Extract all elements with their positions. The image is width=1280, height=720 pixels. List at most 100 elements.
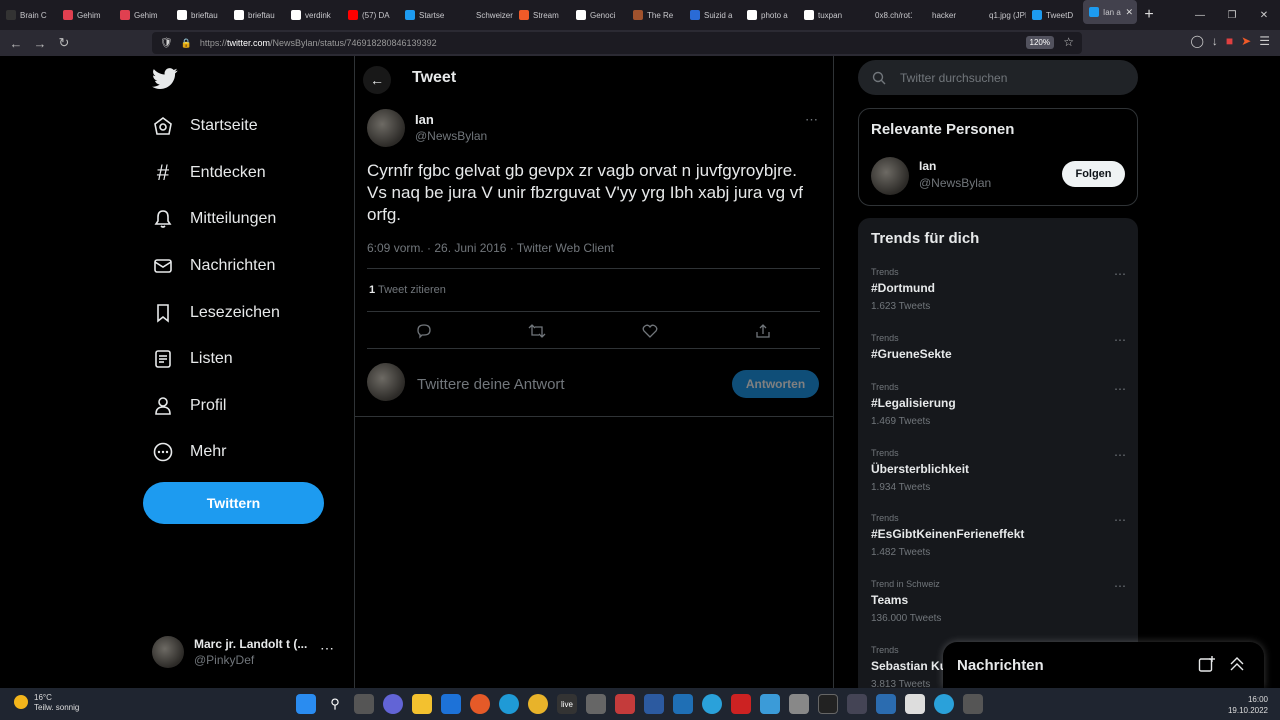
browser-tab[interactable]: Gehim <box>114 0 171 30</box>
back-nav-icon[interactable]: ← <box>4 32 28 54</box>
trend-item[interactable]: Trends #Dortmund 1.623 Tweets ⋯ <box>871 267 1126 323</box>
browser-tab[interactable]: 0x8.ch/rot1 <box>855 0 912 30</box>
video-app-icon[interactable] <box>731 694 751 714</box>
remote-desktop-icon[interactable] <box>673 694 693 714</box>
trend-item[interactable]: Trends Übersterblichkeit 1.934 Tweets ⋯ <box>871 448 1126 504</box>
restore-icon[interactable]: ❐ <box>1216 10 1248 21</box>
tweet-button[interactable]: Twittern <box>143 482 324 524</box>
more-dots-icon[interactable]: ⋯ <box>1114 513 1126 527</box>
search-input[interactable]: Twitter durchsuchen <box>858 60 1138 95</box>
telegram-icon[interactable] <box>934 694 954 714</box>
live-app-icon[interactable]: live <box>557 694 577 714</box>
bookmark-star-icon[interactable]: ☆ <box>1063 35 1074 49</box>
trend-item[interactable]: Trends #EsGibtKeinenFerieneffekt 1.482 T… <box>871 513 1126 569</box>
pdf-app-icon[interactable] <box>615 694 635 714</box>
image-viewer-icon[interactable] <box>760 694 780 714</box>
menu-icon[interactable]: ☰ <box>1259 34 1270 48</box>
firefox-icon[interactable] <box>470 694 490 714</box>
browser-tab[interactable]: Suizid a <box>684 0 741 30</box>
windows-start-icon[interactable] <box>296 694 316 714</box>
browser-tab[interactable]: tuxpan <box>798 0 855 30</box>
sidebar-item-nachrichten[interactable]: Nachrichten <box>152 251 275 281</box>
more-dots-icon[interactable]: ⋯ <box>1114 579 1126 593</box>
messages-drawer[interactable]: Nachrichten <box>943 642 1264 688</box>
defender-shield-icon[interactable] <box>441 694 461 714</box>
person-name[interactable]: Ian <box>919 159 936 173</box>
tweet-meta[interactable]: 6:09 vorm. · 26. Juni 2016 · Twitter Web… <box>367 241 614 255</box>
avatar[interactable] <box>367 109 405 147</box>
quote-count[interactable]: 1 Tweet zitieren <box>369 284 446 296</box>
more-dots-icon[interactable]: ⋯ <box>1114 448 1126 462</box>
more-dots-icon[interactable]: ⋯ <box>1114 382 1126 396</box>
task-view-icon[interactable] <box>354 694 374 714</box>
browser-tab[interactable]: brieftau <box>171 0 228 30</box>
archive-app-icon[interactable] <box>789 694 809 714</box>
weather-widget[interactable]: 16°C Teilw. sonnig <box>14 693 79 713</box>
browser-tab[interactable]: brieftau <box>228 0 285 30</box>
terminal-icon[interactable] <box>818 694 838 714</box>
extension-icon[interactable]: ■ <box>1226 34 1233 48</box>
game-icon[interactable] <box>586 694 606 714</box>
new-message-icon[interactable] <box>1198 655 1216 673</box>
url-bar[interactable]: 🛡 🔒 https://twitter.com/NewsBylan/status… <box>152 32 1082 54</box>
trend-item[interactable]: Trend in Schweiz Teams 136.000 Tweets ⋯ <box>871 579 1126 635</box>
browser-tab[interactable]: Schweizeris <box>456 0 513 30</box>
powershell-icon[interactable] <box>644 694 664 714</box>
more-dots-icon[interactable]: ⋯ <box>1114 267 1126 281</box>
new-tab-button[interactable]: + <box>1137 6 1161 24</box>
shield-icon[interactable]: 🛡 <box>160 38 173 49</box>
pocket-icon[interactable]: ◯ <box>1190 34 1203 48</box>
sidebar-item-listen[interactable]: Listen <box>152 344 233 374</box>
sidebar-item-lesezeichen[interactable]: Lesezeichen <box>152 298 280 328</box>
audio-app-icon[interactable] <box>847 694 867 714</box>
paint-app-icon[interactable] <box>905 694 925 714</box>
reply-icon[interactable] <box>414 321 434 341</box>
more-dots-icon[interactable]: ⋯ <box>320 640 334 657</box>
reload-icon[interactable]: ↻ <box>52 32 76 54</box>
browser-tab[interactable]: TweetD <box>1026 0 1083 30</box>
download-icon[interactable]: ↓ <box>1212 34 1218 48</box>
tweet-author-name[interactable]: Ian <box>415 112 434 127</box>
chat-icon[interactable] <box>383 694 403 714</box>
sidebar-item-startseite[interactable]: Startseite <box>152 111 258 141</box>
browser-tab[interactable]: Genoci <box>570 0 627 30</box>
browser-tab[interactable]: photo a <box>741 0 798 30</box>
sidebar-item-profil[interactable]: Profil <box>152 391 226 421</box>
extension-arrow-icon[interactable]: ➤ <box>1241 34 1251 48</box>
browser-tab[interactable]: (57) DA <box>342 0 399 30</box>
reply-input[interactable]: Twittere deine Antwort <box>417 376 565 393</box>
forward-nav-icon[interactable]: → <box>28 32 52 54</box>
minimize-icon[interactable]: — <box>1184 10 1216 21</box>
tweet-author-handle[interactable]: @NewsBylan <box>415 129 487 143</box>
browser-tab[interactable]: Gehim <box>57 0 114 30</box>
browser-tab[interactable]: The Re <box>627 0 684 30</box>
network-tool-icon[interactable] <box>876 694 896 714</box>
follow-button[interactable]: Folgen <box>1062 161 1125 187</box>
browser-tab[interactable]: Brain C <box>0 0 57 30</box>
chevron-up-icon[interactable] <box>1228 655 1246 673</box>
like-heart-icon[interactable] <box>640 321 660 341</box>
trend-item[interactable]: Trends #GrueneSekte ⋯ <box>871 333 1126 389</box>
edge-icon[interactable] <box>499 694 519 714</box>
tool-app-icon[interactable] <box>963 694 983 714</box>
system-clock[interactable]: 16:00 19.10.2022 <box>1228 694 1268 716</box>
browser-tab[interactable]: Ian a ✕ <box>1083 0 1137 24</box>
sidebar-item-mehr[interactable]: Mehr <box>152 437 226 467</box>
browser-tab[interactable]: Startse <box>399 0 456 30</box>
sidebar-item-mitteilungen[interactable]: Mitteilungen <box>152 204 276 234</box>
more-dots-icon[interactable]: ⋯ <box>1114 333 1126 347</box>
telegram-icon[interactable] <box>702 694 722 714</box>
url-text[interactable]: https://twitter.com/NewsBylan/status/746… <box>200 38 437 48</box>
browser-tab[interactable]: verdink <box>285 0 342 30</box>
file-explorer-icon[interactable] <box>412 694 432 714</box>
close-window-icon[interactable]: ✕ <box>1248 10 1280 21</box>
search-icon[interactable]: ⚲ <box>325 694 345 714</box>
browser-tab[interactable]: q1.jpg (JPEG <box>969 0 1026 30</box>
back-arrow-icon[interactable]: ← <box>363 66 391 94</box>
reply-button[interactable]: Antworten <box>732 370 819 398</box>
browser-tab[interactable]: Stream <box>513 0 570 30</box>
person-handle[interactable]: @NewsBylan <box>919 176 991 190</box>
zoom-level[interactable]: 120% <box>1025 36 1054 49</box>
retweet-icon[interactable] <box>527 321 547 341</box>
avatar[interactable] <box>871 157 909 195</box>
